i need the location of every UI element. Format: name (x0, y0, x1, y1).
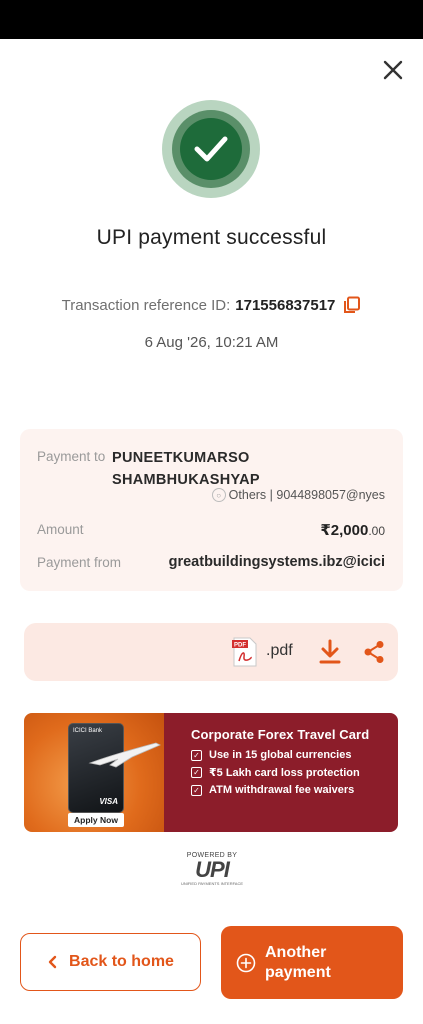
transaction-datetime: 6 Aug '26, 10:21 AM (144, 334, 279, 351)
close-icon (383, 60, 403, 80)
checkbox-icon: ✓ (191, 749, 202, 761)
promo-text: Corporate Forex Travel Card ✓ Use in 15 g… (164, 713, 398, 832)
plus-circle-icon (236, 953, 256, 972)
promo-title: Corporate Forex Travel Card (191, 727, 370, 742)
copy-icon[interactable] (343, 296, 361, 314)
check-circle-icon (194, 136, 228, 162)
back-to-home-button[interactable]: Back to home (20, 933, 201, 991)
page-title: UPI payment successful (96, 226, 327, 249)
promo-item: ✓ ATM withdrawal fee waivers (191, 784, 388, 796)
close-button[interactable] (379, 56, 407, 84)
promo-item: ✓ Use in 15 global currencies (191, 749, 388, 761)
transaction-reference: Transaction reference ID: 171556837517 (0, 296, 423, 314)
payment-to-label: Payment to (37, 449, 106, 464)
transaction-reference-label: Transaction reference ID: (61, 296, 231, 314)
upi-logo: POWERED BY UPI UNIFIED PAYMENTS INTERFAC… (180, 852, 244, 886)
receipt-bar: PDF .pdf (24, 623, 398, 681)
amount-value: ₹2,000.00 (320, 522, 385, 539)
promo-image: ICICI Bank VISA Apply Now (24, 713, 164, 832)
pdf-icon[interactable]: PDF (232, 637, 258, 667)
success-icon (162, 100, 260, 198)
transaction-reference-id: 171556837517 (235, 296, 336, 314)
payee-type-icon: ○ (211, 488, 226, 502)
promo-banner[interactable]: ICICI Bank VISA Apply Now Corporate Fore… (24, 713, 398, 832)
svg-text:PDF: PDF (234, 643, 246, 649)
download-icon[interactable] (318, 639, 342, 665)
payee-name: PUNEETKUMARSO SHAMBHUKASHYAP (112, 450, 260, 488)
chevron-left-icon (48, 955, 57, 969)
payment-details-card: Payment to PUNEETKUMARSO SHAMBHUKASHYAP … (20, 429, 403, 591)
payment-from-label: Payment from (37, 555, 122, 570)
apply-now-button[interactable]: Apply Now (68, 813, 124, 827)
another-payment-button[interactable]: Another payment (221, 926, 403, 999)
payment-from-value: greatbuildingsystems.ibz@icici (168, 554, 385, 570)
receipt-file-label[interactable]: .pdf (266, 642, 293, 660)
airplane-icon (88, 742, 161, 768)
payee-meta: ○ Others | 9044898057@nyes (211, 488, 385, 502)
share-icon[interactable] (363, 640, 385, 664)
promo-item: ✓ ₹5 Lakh card loss protection (191, 766, 388, 779)
checkbox-icon: ✓ (191, 784, 202, 796)
status-bar (0, 0, 423, 39)
amount-label: Amount (37, 522, 84, 537)
checkbox-icon: ✓ (191, 767, 202, 778)
